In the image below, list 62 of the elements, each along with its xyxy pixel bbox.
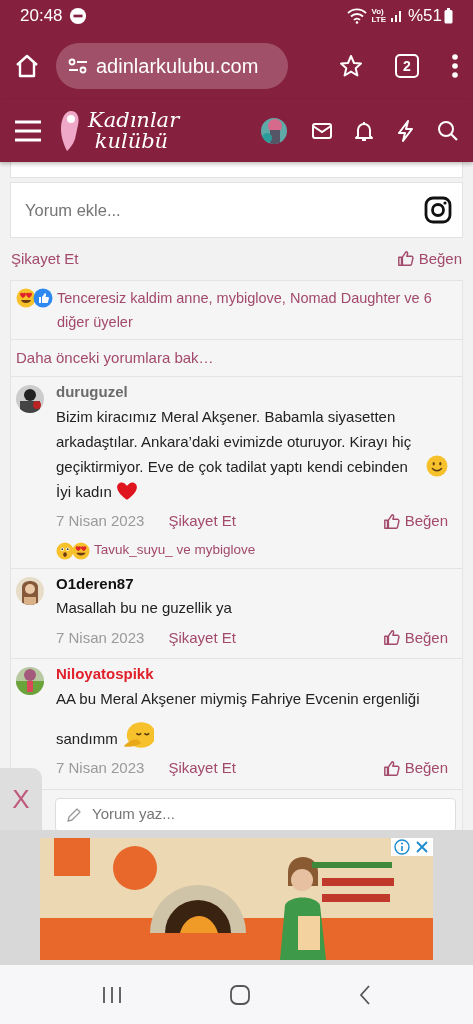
like-button[interactable]: Beğen	[382, 510, 448, 533]
recent-apps-icon[interactable]	[101, 984, 124, 1005]
more-options-icon[interactable]	[451, 53, 459, 79]
comment-text: Masallah bu ne guzellik ya	[56, 598, 232, 618]
comment-date: 7 Nisan 2023	[56, 627, 145, 648]
like-button[interactable]: Beğen	[396, 247, 462, 271]
signal-icon	[389, 9, 404, 23]
address-bar[interactable]: adinlarkulubu.com	[56, 43, 288, 89]
report-link[interactable]: Şikayet Et	[168, 626, 236, 650]
clock: 20:48	[20, 5, 63, 28]
network-type-label: Vo) LTE	[371, 8, 386, 24]
reply-field[interactable]: Yorum yaz...	[55, 797, 456, 830]
author-name[interactable]: Niloyatospikk	[56, 663, 448, 686]
menu-icon[interactable]	[14, 120, 42, 142]
comment-date: 7 Nisan 2023	[56, 511, 145, 532]
search-icon[interactable]	[437, 120, 459, 142]
wifi-icon	[347, 8, 368, 24]
thumbs-up-icon	[382, 512, 401, 531]
thumbs-up-icon	[396, 250, 415, 268]
report-link[interactable]: Şikayet Et	[168, 757, 236, 780]
mail-icon[interactable]	[311, 120, 333, 142]
comment-text: İyi kadın	[56, 481, 112, 502]
like-reaction-icon	[33, 288, 53, 308]
surprised-emoji-icon	[56, 541, 74, 560]
home-button-icon[interactable]	[229, 983, 252, 1006]
like-button[interactable]: Beğen	[382, 626, 448, 650]
comment-field[interactable]: Yorum ekle...	[10, 182, 463, 238]
reply-input[interactable]: Yorum yaz...	[90, 802, 445, 827]
comment-date: 7 Nisan 2023	[56, 758, 145, 779]
reaction-summary[interactable]: Tenceresiz kaldim anne, mybiglove, Nomad Daughter ve 6 diğer üyeler	[57, 286, 457, 334]
ad-close-button[interactable]: X	[0, 768, 42, 830]
home-icon[interactable]	[14, 53, 40, 79]
instagram-icon[interactable]	[424, 196, 452, 224]
site-settings-icon[interactable]	[68, 58, 88, 74]
close-icon[interactable]	[414, 839, 430, 855]
thumbs-up-icon	[382, 629, 401, 647]
smiley-emoji-icon	[426, 454, 448, 477]
report-link[interactable]: Şikayet Et	[11, 247, 79, 271]
info-icon[interactable]	[394, 839, 410, 855]
thumbs-up-icon	[382, 759, 401, 778]
heart-eyes-emoji-icon	[72, 541, 90, 560]
report-link[interactable]: Şikayet Et	[168, 510, 236, 533]
do-not-disturb-icon	[68, 7, 87, 25]
tab-count-button[interactable]: 2	[395, 54, 419, 78]
site-logo[interactable]: Kadınlar kulübü	[88, 110, 180, 152]
back-icon[interactable]	[357, 983, 372, 1006]
author-name[interactable]: duruguzel	[56, 381, 448, 404]
battery-icon	[444, 8, 453, 24]
comment-text: AA bu Meral Akşener miymiş Fahriye Evcenin ergenliği	[56, 688, 420, 709]
comment-input[interactable]: Yorum ekle...	[23, 196, 424, 224]
comment-text: sandımm	[56, 728, 118, 749]
more-comments-link[interactable]: Daha önceki yorumlara bak…	[16, 349, 214, 366]
comment-text: Bizim kiracımız Meral Akşener. Babamla siyasetten arkadaştılar. Ankara’daki evimizde oturuyor. Kirayı hiç geçiktirmiyor. Eve de çok tadilat yaptı kendi cebinden	[56, 406, 413, 477]
heart-eyes-emoji-icon	[16, 288, 36, 308]
like-button[interactable]: Beğen	[382, 757, 448, 780]
heart-icon	[115, 479, 138, 502]
reaction-summary[interactable]: Tavuk_suyu_ ve mybiglove	[94, 540, 256, 561]
star-icon[interactable]	[339, 54, 363, 78]
battery-level: %51	[407, 5, 442, 28]
pencil-icon	[66, 806, 82, 823]
bell-icon[interactable]	[353, 120, 375, 142]
author-name[interactable]: O1deren87	[56, 572, 448, 595]
